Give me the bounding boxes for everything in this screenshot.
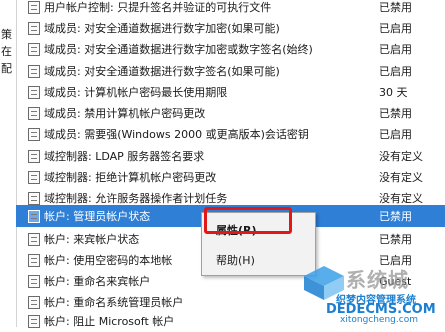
- policy-value: 没有定义: [379, 192, 423, 205]
- watermark-text: xitongcheng.com: [340, 315, 418, 325]
- policy-value: 没有定义: [379, 171, 423, 184]
- policy-icon: [28, 64, 40, 78]
- policy-value: 已禁用: [379, 210, 412, 223]
- policy-row[interactable]: 用户帐户控制: 只提升签名并验证的可执行文件 已禁用: [16, 0, 445, 18]
- policy-name: 域成员: 对安全通道数据进行数字加密(如果可能): [44, 22, 280, 35]
- policy-name: 域成员: 对安全通道数据进行数字签名(如果可能): [44, 65, 280, 78]
- policy-icon: [28, 274, 40, 288]
- policy-icon: [28, 85, 40, 99]
- left-panel-text: 在: [1, 45, 12, 58]
- policy-row[interactable]: 域控制器: LDAP 服务器签名要求 没有定义: [16, 145, 445, 167]
- policy-name: 域控制器: 允许服务器操作者计划任务: [44, 192, 228, 205]
- policy-name: 用户帐户控制: 只提升签名并验证的可执行文件: [44, 1, 272, 14]
- policy-row[interactable]: 域成员: 计算机帐户密码最长使用期限 30 天: [16, 81, 445, 103]
- policy-value: 已启用: [379, 128, 412, 141]
- policy-name: 域成员: 计算机帐户密码最长使用期限: [44, 86, 228, 99]
- policy-icon: [28, 295, 40, 309]
- policy-row[interactable]: 域成员: 对安全通道数据进行数字加密(如果可能) 已启用: [16, 17, 445, 39]
- watermark-logo-text: 系统城: [346, 268, 409, 292]
- highlight-annotation: [204, 207, 292, 234]
- policy-icon: [28, 209, 40, 223]
- policy-value: 已禁用: [379, 1, 412, 14]
- policy-icon: [28, 253, 40, 267]
- policy-icon: [28, 149, 40, 163]
- policy-icon: [28, 232, 40, 246]
- policy-name: 域控制器: LDAP 服务器签名要求: [44, 150, 205, 163]
- policy-icon: [28, 191, 40, 205]
- context-menu-help[interactable]: 帮助(H): [202, 251, 315, 271]
- policy-icon: [28, 170, 40, 184]
- policy-icon: [28, 106, 40, 120]
- policy-value: 已禁用: [379, 233, 412, 246]
- policy-icon: [28, 314, 40, 328]
- policy-name: 域成员: 需要强(Windows 2000 或更高版本)会话密钥: [44, 128, 309, 141]
- policy-value: 已禁用: [379, 107, 412, 120]
- left-tree-panel: 策 在 配: [0, 0, 17, 327]
- policy-name: 域控制器: 拒绝计算机帐户密码更改: [44, 171, 217, 184]
- policy-value: 没有定义: [379, 150, 423, 163]
- policy-value: 30 天: [379, 86, 408, 99]
- left-panel-text: 配: [1, 62, 12, 75]
- left-panel-text: 策: [1, 28, 12, 41]
- policy-icon: [28, 42, 40, 56]
- policy-icon: [28, 127, 40, 141]
- policy-name: 域成员: 禁用计算机帐户密码更改: [44, 107, 206, 120]
- policy-value: 已启用: [379, 65, 412, 78]
- policy-icon: [28, 21, 40, 35]
- policy-row[interactable]: 域成员: 对安全通道数据进行数字加密或数字签名(始终) 已启用: [16, 38, 445, 60]
- policy-value: 已启用: [379, 22, 412, 35]
- policy-name: 域成员: 对安全通道数据进行数字加密或数字签名(始终): [44, 43, 313, 56]
- policy-row[interactable]: 域成员: 禁用计算机帐户密码更改 已禁用: [16, 102, 445, 124]
- policy-icon: [28, 0, 40, 14]
- policy-row[interactable]: 域成员: 对安全通道数据进行数字签名(如果可能) 已启用: [16, 60, 445, 82]
- policy-row[interactable]: 域控制器: 拒绝计算机帐户密码更改 没有定义: [16, 166, 445, 188]
- policy-row[interactable]: 域成员: 需要强(Windows 2000 或更高版本)会话密钥 已启用: [16, 123, 445, 145]
- policy-value: 已启用: [379, 43, 412, 56]
